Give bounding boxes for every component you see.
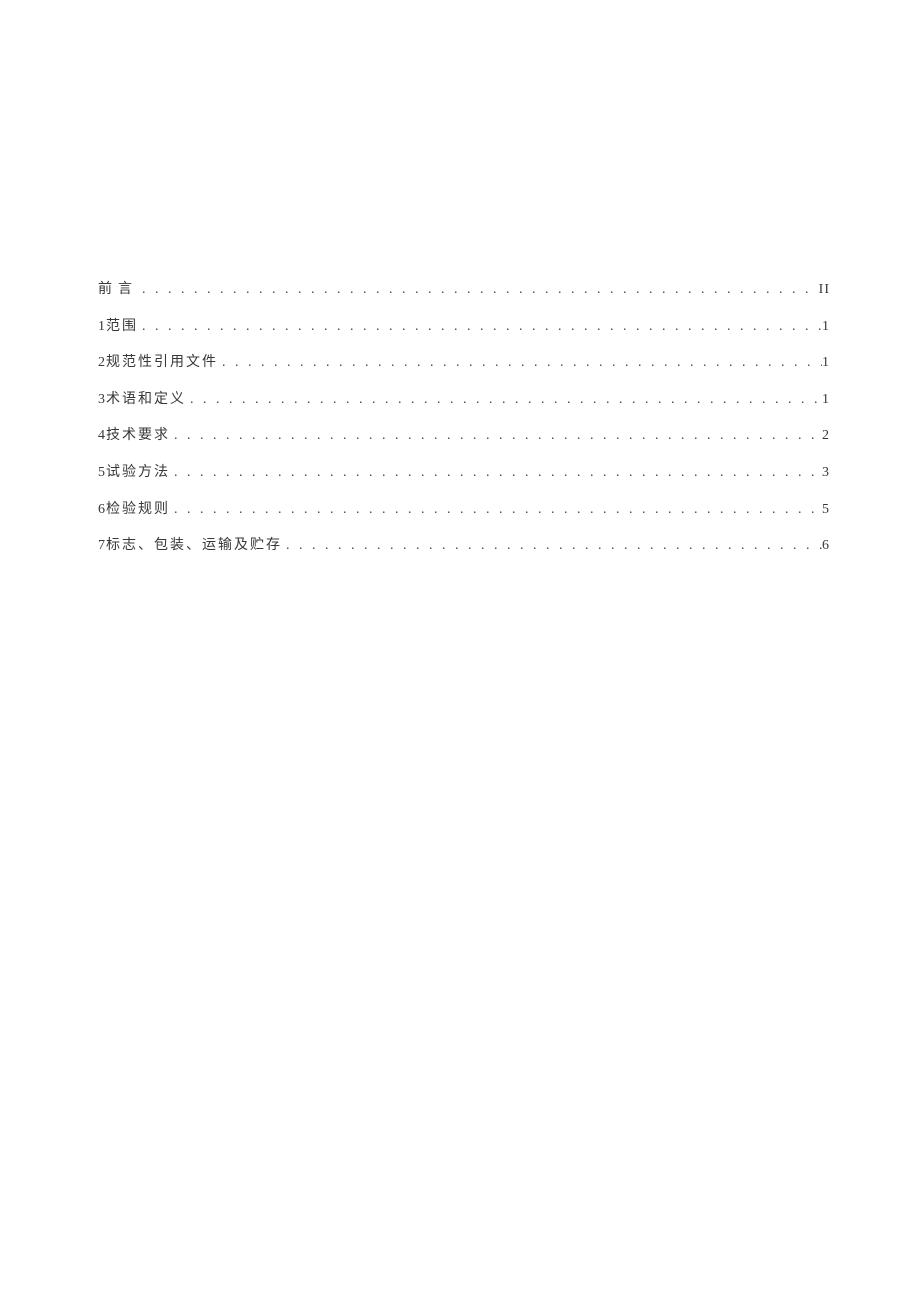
toc-entry-number: 3 xyxy=(98,390,106,410)
toc-entry-page: 5 xyxy=(822,500,830,520)
toc-entry-number: 1 xyxy=(98,317,106,337)
toc-leader-dots: . . . . . . . . . . . . . . . . . . . . … xyxy=(138,280,819,300)
toc-entry-title: 范围 xyxy=(106,317,138,337)
toc-entry-page: 3 xyxy=(822,463,830,483)
toc-leader-dots: . . . . . . . . . . . . . . . . . . . . … xyxy=(282,536,822,556)
toc-leader-dots: . . . . . . . . . . . . . . . . . . . . … xyxy=(186,390,822,410)
toc-entry: 2 规范性引用文件. . . . . . . . . . . . . . . .… xyxy=(98,353,830,373)
toc-entry-page: 1 xyxy=(822,353,830,373)
toc-entry-page: 6 xyxy=(822,536,830,556)
toc-entry-title: 试验方法 xyxy=(106,463,170,483)
toc-entry-number: 5 xyxy=(98,463,106,483)
toc-leader-dots: . . . . . . . . . . . . . . . . . . . . … xyxy=(170,426,822,446)
toc-entry: 前言. . . . . . . . . . . . . . . . . . . … xyxy=(98,280,830,300)
toc-leader-dots: . . . . . . . . . . . . . . . . . . . . … xyxy=(170,463,822,483)
toc-entry-page: 1 xyxy=(822,390,830,410)
table-of-contents: 前言. . . . . . . . . . . . . . . . . . . … xyxy=(98,280,830,556)
toc-entry-number: 7 xyxy=(98,536,106,556)
document-page: 前言. . . . . . . . . . . . . . . . . . . … xyxy=(0,0,920,556)
toc-entry-number: 4 xyxy=(98,426,106,446)
toc-entry-page: 2 xyxy=(822,426,830,446)
toc-entry-title: 检验规则 xyxy=(106,500,170,520)
toc-entry: 3 术语和定义. . . . . . . . . . . . . . . . .… xyxy=(98,390,830,410)
toc-entry: 7 标志、包装、运输及贮存. . . . . . . . . . . . . .… xyxy=(98,536,830,556)
toc-entry: 5 试验方法. . . . . . . . . . . . . . . . . … xyxy=(98,463,830,483)
toc-entry-page: II xyxy=(819,280,830,300)
toc-entry-title: 前言 xyxy=(98,280,138,300)
toc-leader-dots: . . . . . . . . . . . . . . . . . . . . … xyxy=(170,500,822,520)
toc-entry-title: 技术要求 xyxy=(106,426,170,446)
toc-entry: 1 范围. . . . . . . . . . . . . . . . . . … xyxy=(98,317,830,337)
toc-entry-number: 2 xyxy=(98,353,106,373)
toc-entry: 4 技术要求. . . . . . . . . . . . . . . . . … xyxy=(98,426,830,446)
toc-entry-title: 标志、包装、运输及贮存 xyxy=(106,536,282,556)
toc-leader-dots: . . . . . . . . . . . . . . . . . . . . … xyxy=(138,317,822,337)
toc-entry: 6 检验规则. . . . . . . . . . . . . . . . . … xyxy=(98,500,830,520)
toc-entry-title: 术语和定义 xyxy=(106,390,186,410)
toc-entry-page: 1 xyxy=(822,317,830,337)
toc-leader-dots: . . . . . . . . . . . . . . . . . . . . … xyxy=(218,353,822,373)
toc-entry-number: 6 xyxy=(98,500,106,520)
toc-entry-title: 规范性引用文件 xyxy=(106,353,218,373)
